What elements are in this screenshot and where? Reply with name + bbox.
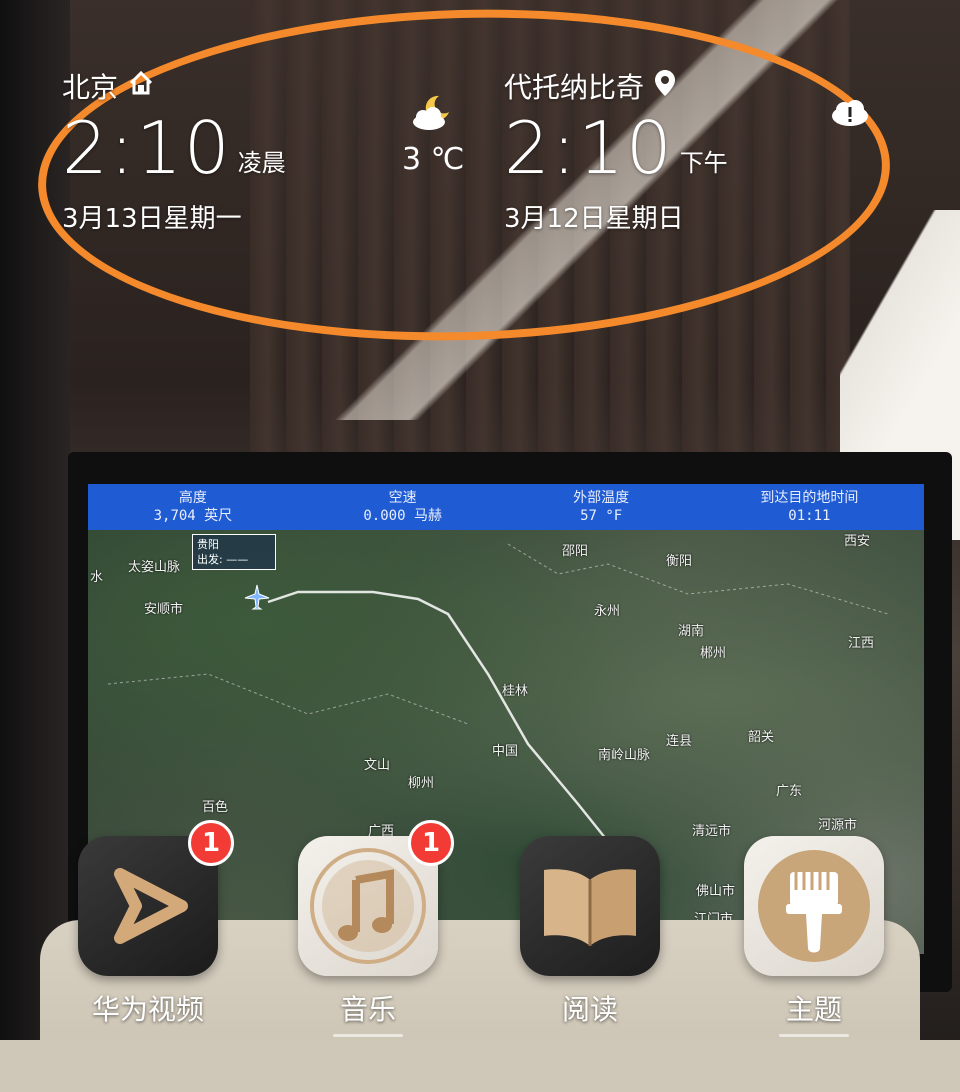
home-date: 3月13日星期一	[62, 204, 242, 234]
book-icon[interactable]	[520, 836, 660, 976]
notification-badge: 1	[408, 820, 454, 866]
home-icon	[128, 70, 154, 103]
map-label: 衡阳	[666, 554, 693, 569]
weather-widget[interactable]: 3 ℃	[402, 92, 464, 177]
map-label: 韶关	[748, 730, 775, 745]
airplane-icon	[244, 584, 270, 614]
map-label: 河源市	[818, 818, 858, 833]
app-label: 音乐	[339, 993, 396, 1026]
map-label: 太姿山脉	[128, 560, 181, 575]
clock-widget-home[interactable]: 北京 2:10 凌晨 3月13日星期一	[62, 66, 286, 235]
location-pin-icon	[654, 69, 676, 104]
temperature: 3 ℃	[402, 142, 465, 177]
home-period: 凌晨	[237, 149, 286, 177]
seat-lower	[0, 1040, 960, 1092]
map-label: 南岭山脉	[598, 748, 651, 763]
app-music[interactable]: 1 音乐	[298, 820, 454, 1037]
home-time: 2:10	[62, 106, 232, 190]
home-city-label: 北京	[62, 71, 119, 104]
map-label: 桂林	[502, 684, 529, 699]
origin-info: 贵阳 出发: ——	[192, 534, 276, 570]
map-label: 西安	[844, 534, 871, 549]
map-label: 安顺市	[144, 602, 184, 617]
huawei-video-icon[interactable]: 1	[78, 820, 234, 976]
theme-brush-icon[interactable]	[744, 836, 884, 976]
clock-widget-world[interactable]: 代托纳比奇 2:10 下午 3月12日星期日	[504, 66, 728, 235]
map-label: 百色	[202, 800, 229, 815]
map-label: 清远市	[692, 824, 732, 839]
app-label: 阅读	[561, 993, 618, 1026]
map-label: 连县	[666, 734, 693, 749]
warning-cloud-icon	[830, 98, 870, 132]
map-label: 邵阳	[562, 544, 589, 559]
app-indicator	[333, 1034, 403, 1037]
music-icon[interactable]: 1	[298, 820, 454, 976]
world-city-label: 代托纳比奇	[504, 71, 645, 104]
world-date: 3月12日星期日	[504, 204, 684, 234]
map-label: 江西	[848, 636, 875, 651]
world-period: 下午	[679, 149, 728, 177]
map-label: 湖南	[678, 624, 705, 639]
map-label: 中国	[492, 744, 519, 759]
app-reading[interactable]: 阅读	[520, 836, 660, 1028]
map-label: 文山	[364, 758, 391, 773]
map-label: 永州	[594, 604, 621, 619]
notification-badge: 1	[188, 820, 234, 866]
map-label: 柳州	[408, 776, 435, 791]
app-label: 华为视频	[91, 993, 204, 1026]
app-themes[interactable]: 主题	[744, 836, 884, 1037]
moon-cloud-icon	[409, 95, 457, 136]
map-label: 佛山市	[696, 884, 736, 899]
map-label: 广东	[776, 784, 803, 799]
app-indicator	[779, 1034, 849, 1037]
world-time: 2:10	[504, 106, 674, 190]
app-huawei-video[interactable]: 1 华为视频	[78, 820, 234, 1028]
map-label: 郴州	[700, 646, 727, 661]
map-label: 水	[90, 570, 104, 585]
app-label: 主题	[785, 993, 842, 1026]
